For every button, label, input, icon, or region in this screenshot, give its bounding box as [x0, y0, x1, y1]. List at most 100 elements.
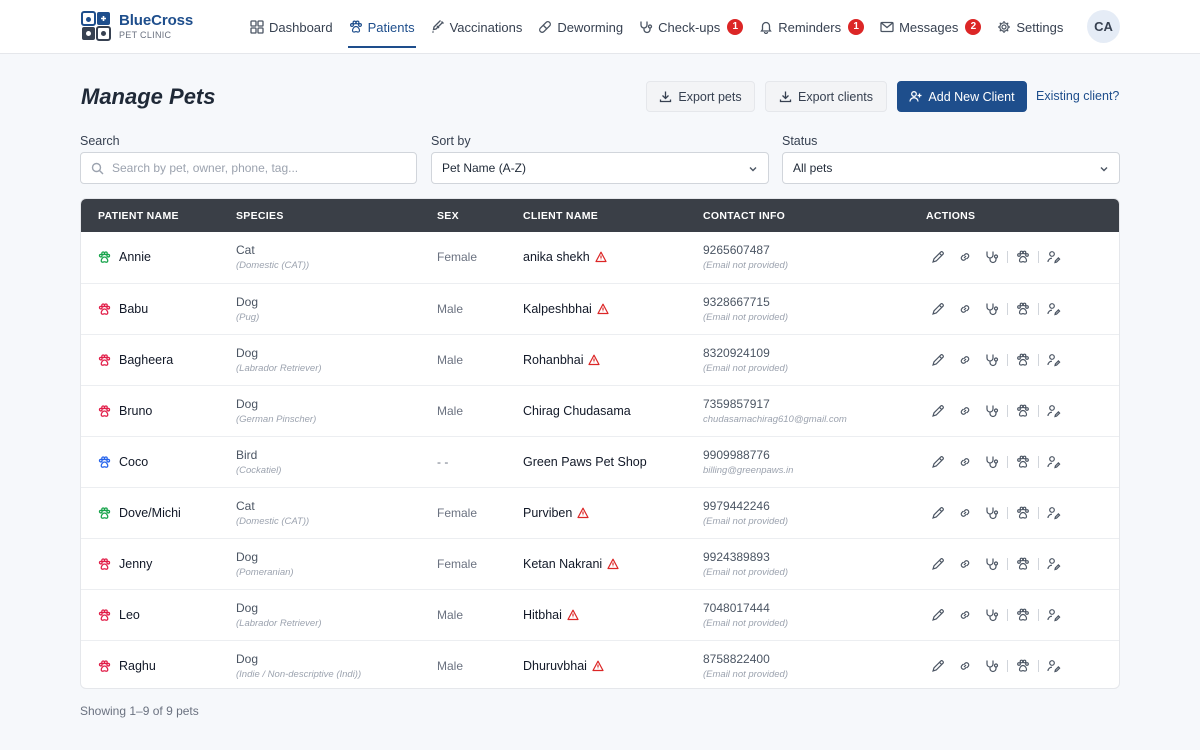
- column-header-species[interactable]: SPECIES: [236, 210, 284, 222]
- client-name-cell[interactable]: Green Paws Pet Shop: [523, 455, 647, 469]
- edit-icon[interactable]: [931, 557, 945, 571]
- patient-name[interactable]: Bruno: [119, 404, 152, 418]
- client-name-cell[interactable]: Kalpeshbhai: [523, 302, 609, 316]
- edit-icon[interactable]: [931, 353, 945, 367]
- edit-icon[interactable]: [931, 250, 945, 264]
- edit-icon[interactable]: [931, 659, 945, 673]
- sort-select[interactable]: Pet Name (A-Z): [431, 152, 769, 184]
- table-row[interactable]: Annie Cat (Domestic (CAT)) Female anika …: [81, 232, 1119, 283]
- client-name[interactable]: Hitbhai: [523, 608, 562, 622]
- client-name-cell[interactable]: Rohanbhai: [523, 353, 601, 367]
- column-header-sex[interactable]: SEX: [437, 210, 459, 222]
- patient-name-cell[interactable]: Raghu: [98, 659, 156, 673]
- paw-icon[interactable]: [1016, 250, 1030, 264]
- stethoscope-icon[interactable]: [985, 302, 999, 316]
- user-edit-icon[interactable]: [1047, 302, 1061, 316]
- stethoscope-icon[interactable]: [985, 353, 999, 367]
- link-icon[interactable]: [958, 353, 972, 367]
- stethoscope-icon[interactable]: [985, 455, 999, 469]
- client-name[interactable]: anika shekh: [523, 250, 590, 264]
- user-edit-icon[interactable]: [1047, 250, 1061, 264]
- client-name[interactable]: Purviben: [523, 506, 572, 520]
- patient-name-cell[interactable]: Leo: [98, 608, 140, 622]
- stethoscope-icon[interactable]: [985, 659, 999, 673]
- link-icon[interactable]: [958, 557, 972, 571]
- stethoscope-icon[interactable]: [985, 404, 999, 418]
- nav-item-messages[interactable]: Messages 2: [880, 0, 982, 54]
- table-row[interactable]: Bruno Dog (German Pinscher) Male Chirag …: [81, 385, 1119, 436]
- client-name-cell[interactable]: anika shekh: [523, 250, 607, 264]
- paw-icon[interactable]: [1016, 659, 1030, 673]
- edit-icon[interactable]: [931, 404, 945, 418]
- nav-item-patients[interactable]: Patients: [347, 0, 416, 54]
- paw-icon[interactable]: [1016, 353, 1030, 367]
- client-name[interactable]: Chirag Chudasama: [523, 404, 631, 418]
- user-edit-icon[interactable]: [1047, 557, 1061, 571]
- user-edit-icon[interactable]: [1047, 455, 1061, 469]
- table-row[interactable]: Raghu Dog (Indie / Non-descriptive (Indi…: [81, 640, 1119, 688]
- add-new-client-button[interactable]: Add New Client: [897, 81, 1027, 112]
- search-input[interactable]: [112, 161, 416, 175]
- table-row[interactable]: Jenny Dog (Pomeranian) Female Ketan Nakr…: [81, 538, 1119, 589]
- paw-icon[interactable]: [1016, 557, 1030, 571]
- nav-item-settings[interactable]: Settings: [997, 0, 1063, 54]
- link-icon[interactable]: [958, 404, 972, 418]
- client-name[interactable]: Ketan Nakrani: [523, 557, 602, 571]
- nav-item-dashboard[interactable]: Dashboard: [250, 0, 333, 54]
- status-select[interactable]: All pets: [782, 152, 1120, 184]
- export-pets-button[interactable]: Export pets: [646, 81, 755, 112]
- nav-item-deworming[interactable]: Deworming: [538, 0, 623, 54]
- stethoscope-icon[interactable]: [985, 250, 999, 264]
- table-row[interactable]: Babu Dog (Pug) Male Kalpeshbhai 93286677…: [81, 283, 1119, 334]
- link-icon[interactable]: [958, 506, 972, 520]
- brand[interactable]: BlueCross PET CLINIC: [81, 11, 193, 41]
- paw-icon[interactable]: [1016, 506, 1030, 520]
- table-row[interactable]: Leo Dog (Labrador Retriever) Male Hitbha…: [81, 589, 1119, 640]
- nav-item-reminders[interactable]: Reminders 1: [759, 0, 865, 54]
- edit-icon[interactable]: [931, 506, 945, 520]
- column-header-patient-name[interactable]: PATIENT NAME: [98, 210, 179, 222]
- edit-icon[interactable]: [931, 455, 945, 469]
- edit-icon[interactable]: [931, 608, 945, 622]
- link-icon[interactable]: [958, 659, 972, 673]
- table-row[interactable]: Coco Bird (Cockatiel) - - Green Paws Pet…: [81, 436, 1119, 487]
- avatar[interactable]: CA: [1087, 10, 1120, 43]
- link-icon[interactable]: [958, 455, 972, 469]
- client-name-cell[interactable]: Purviben: [523, 506, 589, 520]
- patient-name[interactable]: Dove/Michi: [119, 506, 181, 520]
- patient-name-cell[interactable]: Coco: [98, 455, 148, 469]
- patient-name[interactable]: Babu: [119, 302, 148, 316]
- client-name-cell[interactable]: Ketan Nakrani: [523, 557, 619, 571]
- nav-item-vaccinations[interactable]: Vaccinations: [431, 0, 522, 54]
- paw-icon[interactable]: [1016, 302, 1030, 316]
- patient-name[interactable]: Bagheera: [119, 353, 173, 367]
- user-edit-icon[interactable]: [1047, 506, 1061, 520]
- client-name[interactable]: Green Paws Pet Shop: [523, 455, 647, 469]
- patient-name[interactable]: Jenny: [119, 557, 152, 571]
- paw-icon[interactable]: [1016, 608, 1030, 622]
- export-clients-button[interactable]: Export clients: [765, 81, 887, 112]
- user-edit-icon[interactable]: [1047, 404, 1061, 418]
- paw-icon[interactable]: [1016, 455, 1030, 469]
- patient-name[interactable]: Annie: [119, 250, 151, 264]
- patient-name[interactable]: Raghu: [119, 659, 156, 673]
- patient-name-cell[interactable]: Babu: [98, 302, 148, 316]
- link-icon[interactable]: [958, 302, 972, 316]
- patient-name-cell[interactable]: Jenny: [98, 557, 152, 571]
- client-name-cell[interactable]: Hitbhai: [523, 608, 579, 622]
- patient-name-cell[interactable]: Bruno: [98, 404, 152, 418]
- stethoscope-icon[interactable]: [985, 506, 999, 520]
- client-name[interactable]: Kalpeshbhai: [523, 302, 592, 316]
- existing-client-link[interactable]: Existing client?: [1036, 89, 1119, 103]
- stethoscope-icon[interactable]: [985, 557, 999, 571]
- patient-name-cell[interactable]: Annie: [98, 250, 151, 264]
- client-name[interactable]: Rohanbhai: [523, 353, 583, 367]
- stethoscope-icon[interactable]: [985, 608, 999, 622]
- paw-icon[interactable]: [1016, 404, 1030, 418]
- nav-item-checkups[interactable]: Check-ups 1: [639, 0, 744, 54]
- patient-name[interactable]: Coco: [119, 455, 148, 469]
- link-icon[interactable]: [958, 250, 972, 264]
- client-name-cell[interactable]: Chirag Chudasama: [523, 404, 631, 418]
- edit-icon[interactable]: [931, 302, 945, 316]
- patient-name-cell[interactable]: Bagheera: [98, 353, 173, 367]
